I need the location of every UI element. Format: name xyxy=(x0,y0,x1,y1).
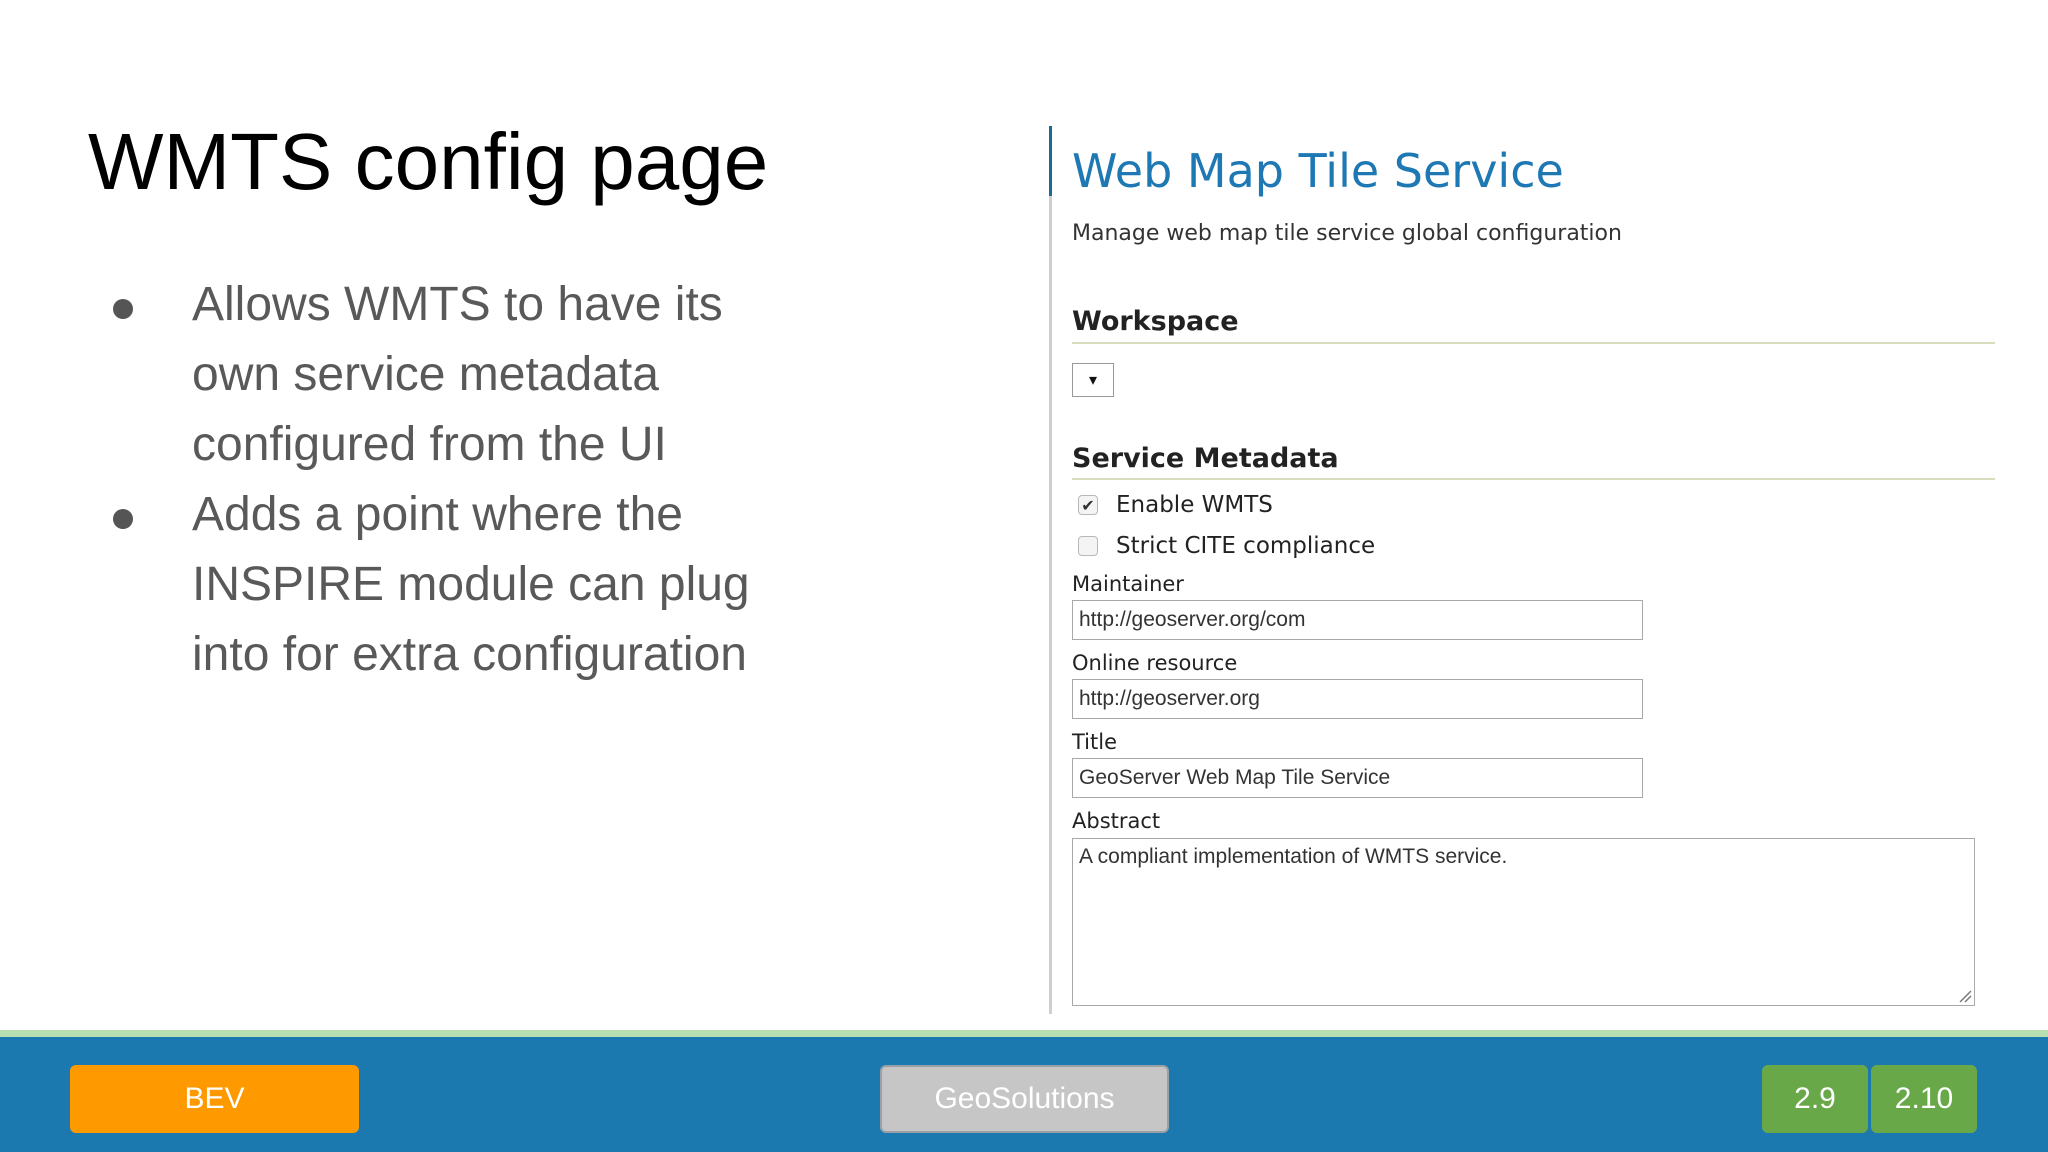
strict-cite-checkbox[interactable] xyxy=(1078,536,1098,556)
version-2-9-tag: 2.9 xyxy=(1762,1065,1868,1133)
title-field[interactable]: GeoServer Web Map Tile Service xyxy=(1072,758,1643,798)
online-resource-field[interactable]: http://geoserver.org xyxy=(1072,679,1643,719)
bullet-text: Allows WMTS to have its own service meta… xyxy=(192,278,723,471)
bullet-item: Allows WMTS to have its own service meta… xyxy=(110,270,750,480)
page-subtitle: Manage web map tile service global confi… xyxy=(1072,221,1622,246)
abstract-text: A compliant implementation of WMTS servi… xyxy=(1079,845,1508,868)
section-divider xyxy=(1072,478,1995,480)
version-2-10-tag: 2.10 xyxy=(1871,1065,1977,1133)
section-divider xyxy=(1072,342,1995,344)
strict-cite-label: Strict CITE compliance xyxy=(1116,533,1376,559)
title-label: Title xyxy=(1072,730,1118,754)
abstract-label: Abstract xyxy=(1072,809,1161,833)
maintainer-field[interactable]: http://geoserver.org/com xyxy=(1072,600,1643,640)
footer-divider xyxy=(0,1030,2048,1037)
wmts-config-screenshot: Web Map Tile Service Manage web map tile… xyxy=(1049,126,2009,1014)
chevron-down-icon: ▾ xyxy=(1088,372,1098,389)
resize-handle-icon[interactable] xyxy=(1958,989,1972,1003)
panel-edge xyxy=(1049,196,1052,1014)
maintainer-label: Maintainer xyxy=(1072,572,1184,596)
strict-cite-row: Strict CITE compliance xyxy=(1078,533,1375,559)
enable-wmts-row: ✔ Enable WMTS xyxy=(1078,492,1273,518)
bullet-item: Adds a point where the INSPIRE module ca… xyxy=(110,480,750,690)
service-metadata-section-title: Service Metadata xyxy=(1072,443,1339,474)
enable-wmts-label: Enable WMTS xyxy=(1116,492,1273,518)
workspace-section-title: Workspace xyxy=(1072,306,1239,337)
bullet-dot-icon xyxy=(113,299,133,319)
bullet-text: Adds a point where the INSPIRE module ca… xyxy=(192,488,750,681)
online-resource-label: Online resource xyxy=(1072,651,1238,675)
abstract-textarea[interactable]: A compliant implementation of WMTS servi… xyxy=(1072,838,1975,1006)
footer-bar: BEV GeoSolutions 2.9 2.10 xyxy=(0,1037,2048,1152)
workspace-select[interactable]: ▾ xyxy=(1072,363,1114,397)
bullet-list: Allows WMTS to have its own service meta… xyxy=(110,270,750,690)
slide-title: WMTS config page xyxy=(88,117,769,206)
page-heading: Web Map Tile Service xyxy=(1072,144,1564,198)
enable-wmts-checkbox[interactable]: ✔ xyxy=(1078,495,1098,515)
panel-edge-accent xyxy=(1049,126,1052,196)
bullet-dot-icon xyxy=(113,509,133,529)
geosolutions-tag: GeoSolutions xyxy=(880,1065,1169,1133)
bev-tag: BEV xyxy=(70,1065,359,1133)
